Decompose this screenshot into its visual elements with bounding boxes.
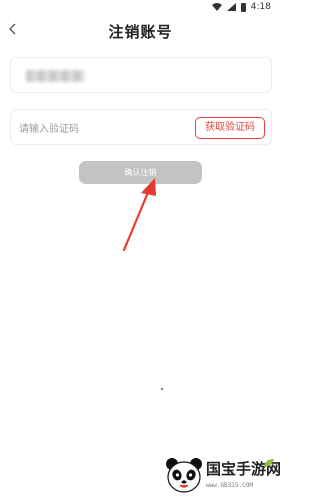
get-code-button[interactable]: 获取验证码: [195, 117, 265, 139]
annotation-arrow-icon: [122, 178, 156, 252]
verification-code-field: 获取验证码: [10, 109, 272, 145]
stray-dot: [161, 388, 163, 390]
panda-logo-icon: [166, 458, 202, 493]
watermark-url: www.GB315.COM: [206, 482, 253, 489]
leaf-icon: [264, 459, 274, 467]
masked-phone-number: [26, 70, 84, 82]
battery-icon: [240, 2, 246, 12]
page-title: 注销账号: [108, 23, 173, 41]
wifi-icon: [211, 3, 222, 11]
signal-icon: [226, 3, 236, 11]
header: 注销账号: [0, 18, 281, 46]
watermark: 国宝手游网 www.GB315.COM: [156, 451, 281, 500]
status-time: 4:18: [250, 2, 271, 12]
phone-field: [10, 57, 272, 93]
verification-code-input[interactable]: [17, 118, 191, 140]
status-bar: 4:18: [0, 0, 281, 14]
